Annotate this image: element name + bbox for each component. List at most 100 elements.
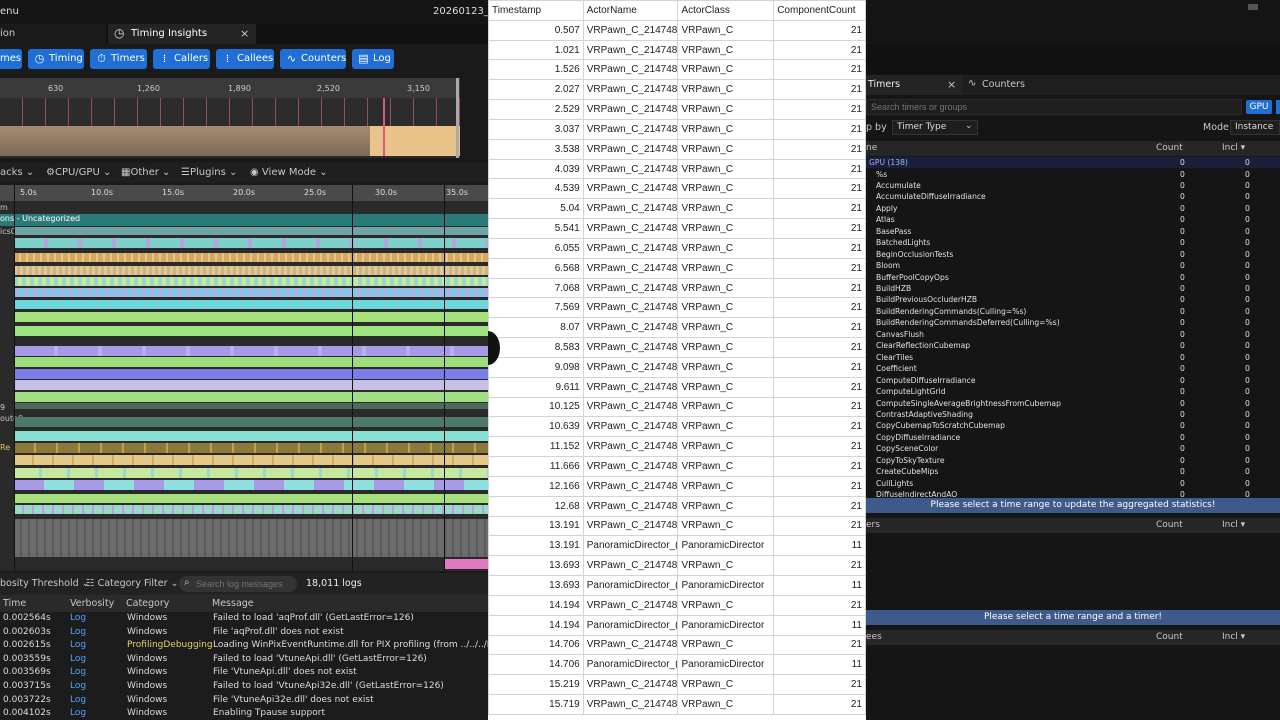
cell-actor-class[interactable]: VRPawn_C [677, 218, 775, 239]
cell-actor-class[interactable]: VRPawn_C [677, 674, 775, 695]
cell-actor-class[interactable]: VRPawn_C [677, 396, 775, 418]
timer-row[interactable]: %s 0 0 [866, 169, 1280, 180]
table-row[interactable]: 15.719 VRPawn_C_2147482 VRPawn_C 21 [488, 693, 866, 715]
timer-row[interactable]: CopySceneColor 0 0 [866, 443, 1280, 454]
close-icon[interactable]: × [947, 78, 956, 91]
timer-search-input[interactable] [866, 99, 1242, 115]
cell-timestamp[interactable]: 13.191 [488, 515, 584, 537]
cell-timestamp[interactable]: 15.719 [488, 693, 584, 715]
tracks-menu[interactable]: acks ⌄ [0, 167, 34, 178]
table-row[interactable]: 5.541 VRPawn_C_2147482 VRPawn_C 21 [488, 218, 866, 239]
col-count[interactable]: Count [1156, 143, 1183, 153]
table-row[interactable]: 6.055 VRPawn_C_2147482 VRPawn_C 21 [488, 237, 866, 259]
cell-actor-class[interactable]: PanoramicDirector [677, 575, 775, 596]
cell-timestamp[interactable]: 14.706 [488, 634, 584, 656]
log-row[interactable]: 0.004102s Log Windows Enabling Tpause suppo… [0, 707, 488, 720]
cell-timestamp[interactable]: 12.166 [488, 475, 584, 497]
cell-component-count[interactable]: 21 [773, 59, 866, 81]
cell-actor-class[interactable]: PanoramicDirector [677, 614, 775, 636]
timer-row[interactable]: BatchedLights 0 0 [866, 237, 1280, 248]
table-row[interactable]: 2.529 VRPawn_C_2147482 VRPawn_C 21 [488, 99, 866, 120]
cell-timestamp[interactable]: 3.037 [488, 118, 584, 140]
table-row[interactable]: 9.611 VRPawn_C_2147482 VRPawn_C 21 [488, 376, 866, 398]
cell-timestamp[interactable]: 5.04 [488, 198, 584, 220]
cell-actor-name[interactable]: VRPawn_C_2147482 [582, 297, 679, 319]
cell-component-count[interactable]: 21 [773, 356, 866, 378]
header-timestamp[interactable]: Timestamp [488, 0, 584, 21]
cell-actor-name[interactable]: VRPawn_C_2147482 [582, 237, 679, 259]
cell-component-count[interactable]: 21 [773, 178, 866, 200]
cell-timestamp[interactable]: 7.068 [488, 277, 584, 299]
cell-timestamp[interactable]: 2.027 [488, 79, 584, 101]
table-row[interactable]: 14.194 VRPawn_C_2147482 VRPawn_C 21 [488, 594, 866, 616]
tab-session[interactable]: ion [0, 24, 106, 44]
cell-actor-class[interactable]: PanoramicDirector [677, 654, 775, 676]
cell-actor-name[interactable]: VRPawn_C_2147482 [582, 337, 679, 358]
cell-timestamp[interactable]: 6.055 [488, 237, 584, 259]
cell-actor-class[interactable]: VRPawn_C [677, 456, 775, 477]
log-row[interactable]: 0.003569s Log Windows File 'VtuneApi.dll' d… [0, 666, 488, 680]
cell-component-count[interactable]: 21 [773, 138, 866, 160]
table-row[interactable]: 7.569 VRPawn_C_2147482 VRPawn_C 21 [488, 297, 866, 319]
cell-actor-class[interactable]: VRPawn_C [677, 376, 775, 398]
cell-timestamp[interactable]: 11.666 [488, 456, 584, 477]
timing-view[interactable]: 5.0s 10.0s 15.0s 20.0s 25.0s 30.0s 35.0s… [0, 185, 488, 571]
cell-timestamp[interactable]: 8.583 [488, 337, 584, 358]
cell-component-count[interactable]: 21 [773, 257, 866, 279]
callers-button[interactable]: ⁞ Callers [153, 49, 210, 69]
cell-component-count[interactable]: 21 [773, 118, 866, 140]
cpu-filter-button[interactable] [1276, 100, 1280, 114]
cell-actor-class[interactable]: VRPawn_C [677, 555, 775, 577]
cell-component-count[interactable]: 21 [773, 277, 866, 299]
cell-timestamp[interactable]: 13.191 [488, 535, 584, 557]
table-row[interactable]: 10.125 VRPawn_C_2147482 VRPawn_C 21 [488, 396, 866, 418]
cell-component-count[interactable]: 21 [773, 99, 866, 120]
log-row[interactable]: 0.003715s Log Windows Failed to load 'Vtune… [0, 680, 488, 694]
cell-timestamp[interactable]: 9.611 [488, 376, 584, 398]
cell-actor-name[interactable]: VRPawn_C_2147482 [582, 39, 679, 61]
cell-actor-class[interactable]: VRPawn_C [677, 495, 775, 517]
cell-actor-name[interactable]: VRPawn_C_2147482 [582, 218, 679, 239]
cell-actor-name[interactable]: PanoramicDirector_( [582, 654, 679, 676]
verbosity-threshold-menu[interactable]: bosity Threshold ⌄ [0, 578, 90, 589]
cell-timestamp[interactable]: 9.098 [488, 356, 584, 378]
cell-actor-name[interactable]: PanoramicDirector_( [582, 614, 679, 636]
table-row[interactable]: 1.021 VRPawn_C_2147482 VRPawn_C 21 [488, 39, 866, 61]
table-row[interactable]: 8.583 VRPawn_C_2147482 VRPawn_C 21 [488, 337, 866, 358]
cell-actor-name[interactable]: VRPawn_C_2147482 [582, 99, 679, 120]
menu-label[interactable]: enu [0, 6, 19, 17]
timer-row[interactable]: CullLights 0 0 [866, 478, 1280, 489]
cell-timestamp[interactable]: 5.541 [488, 218, 584, 239]
cell-component-count[interactable]: 21 [773, 158, 866, 180]
cell-component-count[interactable]: 11 [773, 535, 866, 557]
log-row[interactable]: 0.002603s Log Windows File 'aqProf.dll' doe… [0, 626, 488, 640]
timer-row[interactable]: BasePass 0 0 [866, 226, 1280, 237]
gpu-filter-button[interactable]: GPU [1246, 100, 1272, 114]
log-col-verbosity[interactable]: Verbosity [70, 598, 114, 609]
cell-actor-name[interactable]: VRPawn_C_2147482 [582, 178, 679, 200]
tab-timing-insights[interactable]: ◷ Timing Insights × [108, 24, 256, 44]
table-row[interactable]: 3.538 VRPawn_C_2147482 VRPawn_C 21 [488, 138, 866, 160]
cell-timestamp[interactable]: 1.021 [488, 39, 584, 61]
cell-timestamp[interactable]: 2.529 [488, 99, 584, 120]
cell-actor-class[interactable]: VRPawn_C [677, 79, 775, 101]
view-mode-menu[interactable]: ◉ View Mode ⌄ [250, 167, 328, 178]
table-row[interactable]: 4.039 VRPawn_C_2147482 VRPawn_C 21 [488, 158, 866, 180]
log-row[interactable]: 0.002615s Log ProfilingDebugging Loading Wi… [0, 639, 488, 653]
cell-actor-name[interactable]: VRPawn_C_2147482 [582, 456, 679, 477]
log-button[interactable]: ▤ Log [352, 49, 394, 69]
cell-actor-class[interactable]: VRPawn_C [677, 277, 775, 299]
cell-component-count[interactable]: 21 [773, 79, 866, 101]
table-row[interactable]: 15.219 VRPawn_C_2147482 VRPawn_C 21 [488, 674, 866, 695]
cell-actor-name[interactable]: VRPawn_C_2147482 [582, 158, 679, 180]
cell-actor-class[interactable]: VRPawn_C [677, 198, 775, 220]
timers-button[interactable]: ⏱ Timers [90, 49, 147, 69]
cell-timestamp[interactable]: 15.219 [488, 674, 584, 695]
cell-component-count[interactable]: 21 [773, 39, 866, 61]
timing-button[interactable]: ◷ Timing [28, 49, 84, 69]
timer-row[interactable]: CopyCubemapToScratchCubemap 0 0 [866, 420, 1280, 431]
cell-component-count[interactable]: 21 [773, 634, 866, 656]
cell-actor-class[interactable]: VRPawn_C [677, 337, 775, 358]
cell-component-count[interactable]: 11 [773, 575, 866, 596]
cell-component-count[interactable]: 21 [773, 19, 866, 41]
